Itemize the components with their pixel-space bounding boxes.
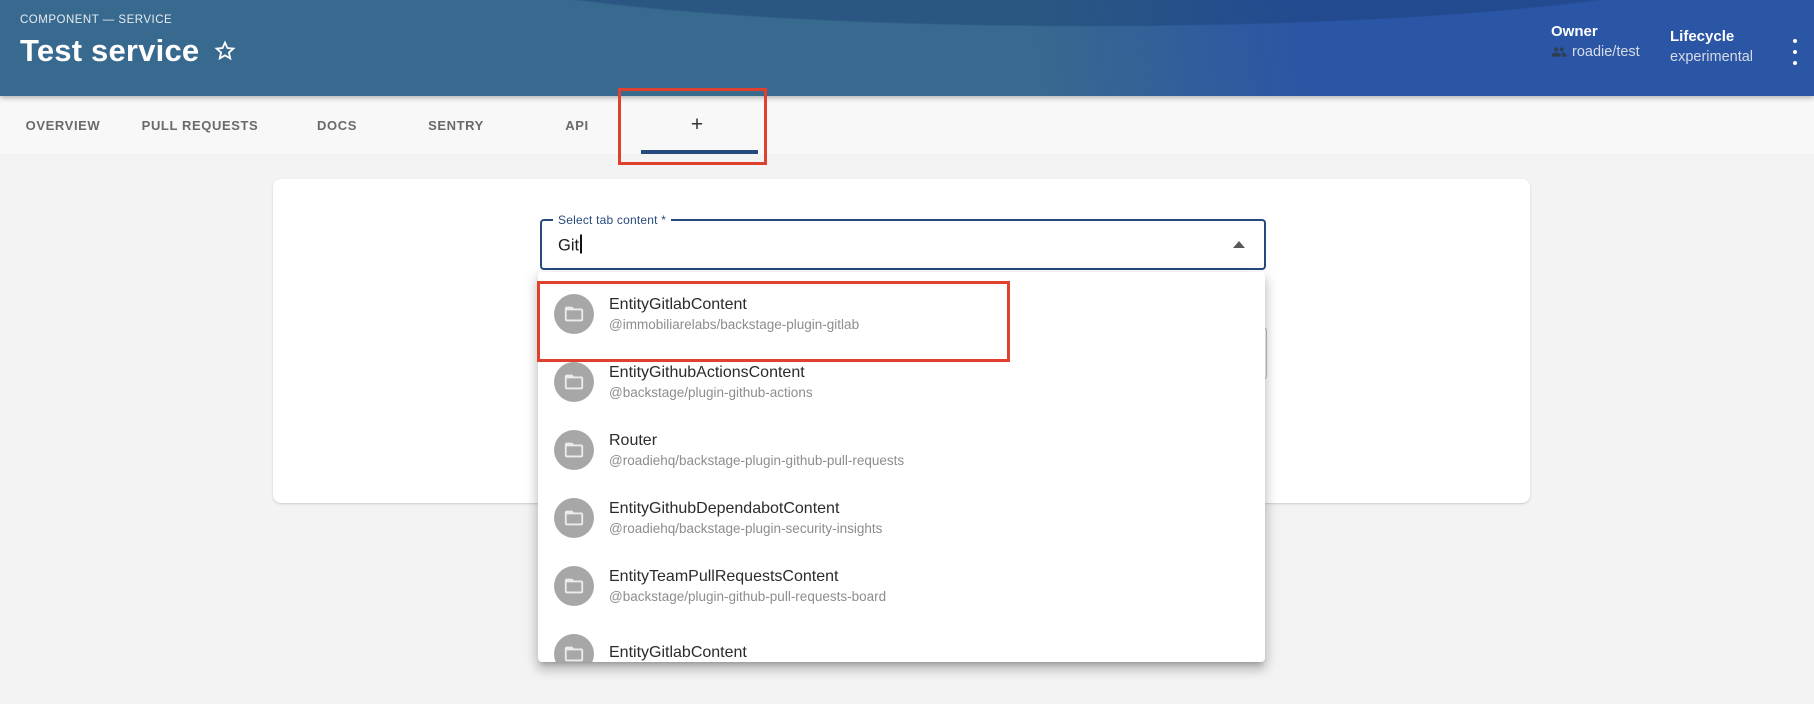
- breadcrumb: COMPONENT — SERVICE: [20, 14, 173, 26]
- option-subtitle: @backstage/plugin-github-actions: [609, 385, 813, 400]
- option-title: EntityGithubActionsContent: [609, 363, 805, 381]
- folder-avatar-icon: [554, 498, 594, 538]
- option-entity-gitlab-content[interactable]: EntityGitlabContent @immobiliarelabs/bac…: [538, 280, 1265, 348]
- option-title: EntityTeamPullRequestsContent: [609, 567, 839, 585]
- owner-block: Owner roadie/test: [1551, 23, 1640, 60]
- option-subtitle: @roadiehq/backstage-plugin-security-insi…: [609, 521, 883, 536]
- group-icon: [1551, 44, 1567, 60]
- option-subtitle: @roadiehq/backstage-plugin-github-pull-r…: [609, 453, 905, 468]
- folder-avatar-icon: [554, 566, 594, 606]
- option-title: EntityGithubDependabotContent: [609, 499, 840, 517]
- page-title: Test service: [20, 33, 200, 68]
- folder-avatar-icon: [554, 362, 594, 402]
- option-title: EntityGitlabContent: [609, 295, 747, 313]
- lifecycle-block: Lifecycle experimental: [1670, 28, 1753, 65]
- option-title: Router: [609, 431, 658, 449]
- option-entity-gitlab-content-2[interactable]: EntityGitlabContent: [538, 620, 1265, 662]
- favorite-star-icon[interactable]: [213, 39, 237, 63]
- plus-icon: +: [690, 113, 704, 136]
- text-cursor: [580, 234, 582, 253]
- tab-api[interactable]: API: [532, 96, 622, 154]
- tab-add-new[interactable]: +: [622, 96, 772, 154]
- tab-sentry[interactable]: SENTRY: [380, 96, 532, 154]
- option-title: EntityGitlabContent: [609, 643, 747, 661]
- tab-overview[interactable]: OVERVIEW: [20, 96, 106, 154]
- tab-docs[interactable]: DOCS: [294, 96, 380, 154]
- owner-value-link[interactable]: roadie/test: [1572, 44, 1640, 60]
- folder-avatar-icon: [554, 430, 594, 470]
- lifecycle-value: experimental: [1670, 49, 1754, 65]
- option-entity-team-pull-requests-content[interactable]: EntityTeamPullRequestsContent @backstage…: [538, 552, 1265, 620]
- folder-avatar-icon: [554, 634, 594, 662]
- option-subtitle: @immobiliarelabs/backstage-plugin-gitlab: [609, 317, 860, 332]
- tab-content-options-listbox: EntityGitlabContent @immobiliarelabs/bac…: [538, 272, 1265, 662]
- option-entity-github-dependabot-content[interactable]: EntityGithubDependabotContent @roadiehq/…: [538, 484, 1265, 552]
- option-router[interactable]: Router @roadiehq/backstage-plugin-github…: [538, 416, 1265, 484]
- option-subtitle: @backstage/plugin-github-pull-requests-b…: [609, 589, 887, 604]
- dropdown-collapse-arrow-icon[interactable]: [1233, 240, 1245, 248]
- folder-avatar-icon: [554, 294, 594, 334]
- entity-tabbar: OVERVIEW PULL REQUESTS DOCS SENTRY API +: [0, 96, 1814, 154]
- select-field-label: Select tab content *: [553, 213, 672, 227]
- active-tab-indicator: [641, 150, 758, 154]
- owner-label: Owner: [1551, 23, 1598, 40]
- select-input-value[interactable]: Git: [558, 236, 579, 254]
- entity-page: COMPONENT — SERVICE Test service Owner r…: [0, 0, 1814, 704]
- lifecycle-label: Lifecycle: [1670, 28, 1735, 45]
- tab-pull-requests[interactable]: PULL REQUESTS: [106, 96, 294, 154]
- entity-header: COMPONENT — SERVICE Test service Owner r…: [0, 0, 1814, 96]
- select-tab-content-field[interactable]: Select tab content * Git: [540, 213, 1266, 270]
- more-options-kebab-icon[interactable]: [1786, 39, 1804, 65]
- option-entity-github-actions-content[interactable]: EntityGithubActionsContent @backstage/pl…: [538, 348, 1265, 416]
